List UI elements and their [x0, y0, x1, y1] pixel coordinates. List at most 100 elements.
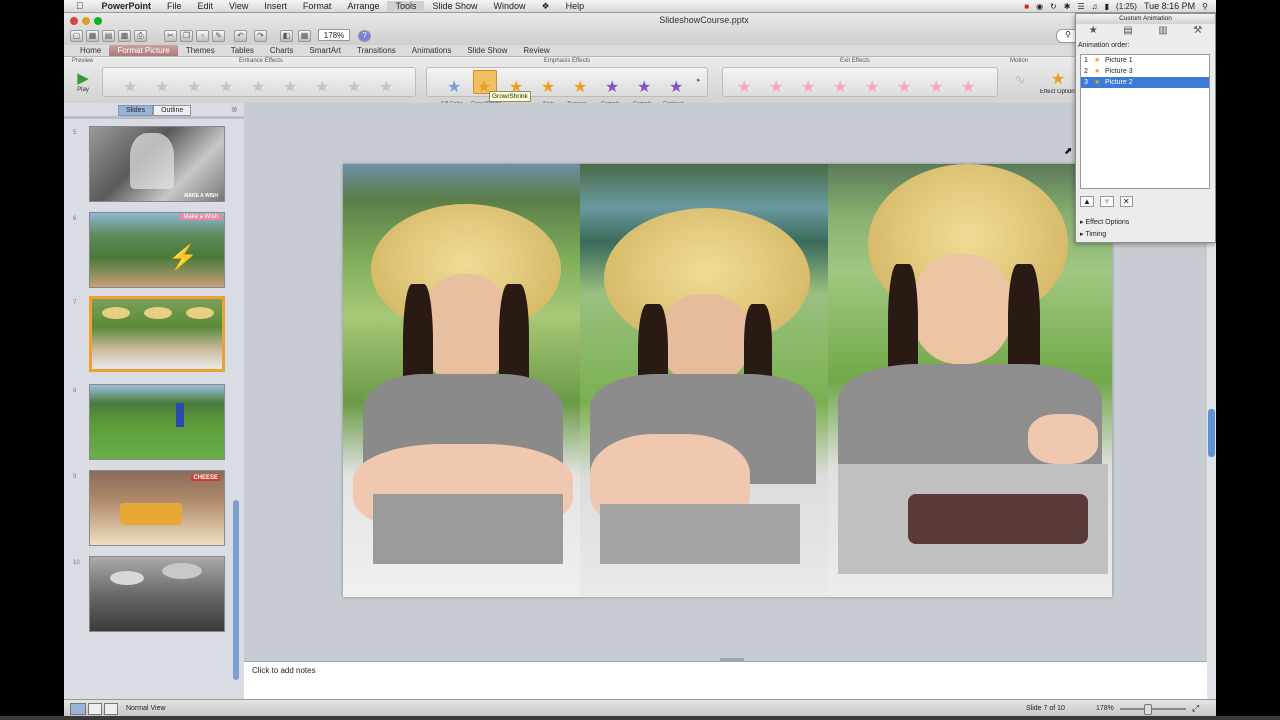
exit-effects-gallery[interactable]: ★ ★ ★ ★ ★ ★ ★ ★ [722, 67, 998, 97]
slide-thumbnail-9[interactable]: CHEESE [89, 470, 225, 546]
remove-icon[interactable]: ✕ [1119, 196, 1133, 207]
new-icon[interactable]: ▢ [70, 30, 83, 42]
panel-splitter[interactable] [64, 116, 244, 119]
print-icon[interactable]: ⎙ [134, 30, 147, 42]
tab-smartart[interactable]: SmartArt [301, 45, 349, 56]
app-menu[interactable]: PowerPoint [94, 1, 160, 11]
effect-options-button[interactable]: ★ Effect Options [1040, 69, 1076, 99]
slide-sorter-icon[interactable] [88, 703, 102, 715]
script-menu-icon[interactable]: ❖ [534, 1, 558, 12]
help-icon[interactable]: ? [358, 30, 371, 42]
close-window-button[interactable] [70, 17, 78, 25]
tab-animations[interactable]: Animations [404, 45, 460, 56]
menu-slide-show[interactable]: Slide Show [424, 1, 485, 11]
exit-star-icon[interactable]: ★ [833, 80, 847, 96]
tab-format-picture[interactable]: Format Picture [109, 45, 178, 56]
entrance-star-icon[interactable]: ★ [379, 80, 393, 96]
zoom-slider-knob[interactable] [1144, 704, 1152, 715]
gallery-scroll-arrow-icon[interactable]: ▸ [697, 76, 701, 84]
fill-color-star-icon[interactable]: ★ [447, 80, 461, 96]
undo-icon[interactable]: ↶ [234, 30, 247, 42]
exit-star-icon[interactable]: ★ [897, 80, 911, 96]
record-icon[interactable]: ■ [1024, 2, 1029, 11]
battery-icon[interactable]: ▮ [1105, 2, 1109, 11]
emphasis-effects-gallery[interactable]: ★ Fill Color ★ Grow/Shrink ★ ★ Spin ★ Tr… [426, 67, 708, 107]
tab-transitions[interactable]: Transitions [349, 45, 404, 56]
view-toggle-icon[interactable]: ◧ [280, 30, 293, 42]
entrance-star-icon[interactable]: ★ [187, 80, 201, 96]
wifi-icon[interactable]: ☰ [1077, 2, 1084, 11]
menu-view[interactable]: View [221, 1, 256, 11]
apple-menu-icon[interactable]:  [64, 1, 94, 12]
menu-format[interactable]: Format [295, 1, 340, 11]
contrasting-star-icon[interactable]: ★ [669, 80, 683, 96]
picture-2[interactable] [828, 164, 1112, 597]
slide-thumbnail-10[interactable] [89, 556, 225, 632]
minimize-window-button[interactable] [82, 17, 90, 25]
tools-icon[interactable]: ⚒ [1193, 25, 1202, 39]
menu-help[interactable]: Help [558, 1, 593, 11]
volume-icon[interactable]: ♫ [1092, 2, 1098, 11]
slide-thumbnail-7[interactable] [89, 296, 225, 372]
entrance-star-icon[interactable]: ★ [347, 80, 361, 96]
slides-scrollbar[interactable] [233, 500, 239, 680]
save-icon[interactable]: ▩ [118, 30, 131, 42]
fit-window-icon[interactable]: ⤢ [1192, 703, 1199, 714]
entrance-effects-gallery[interactable]: ★ ★ ★ ★ ★ ★ ★ ★ ★ [102, 67, 416, 97]
cut-icon[interactable]: ✂ [164, 30, 177, 42]
notes-pane[interactable]: Click to add notes [244, 661, 1208, 699]
slide-thumbnail-5[interactable]: MAKE A WISH [89, 126, 225, 202]
add-effect-star-icon[interactable]: ★ [1089, 25, 1098, 39]
spin-star-icon-2[interactable]: ★ [541, 80, 555, 96]
complementary-star-icon[interactable]: ★ [605, 80, 619, 96]
slide-thumbnail-8[interactable] [89, 384, 225, 460]
canvas-scroll-thumb[interactable] [1208, 409, 1215, 457]
animation-item[interactable]: 1 ★ Picture 1 [1081, 55, 1209, 66]
templates-icon[interactable]: ▦ [86, 30, 99, 42]
menu-window[interactable]: Window [486, 1, 534, 11]
play-button[interactable]: ▶ Play [72, 69, 94, 99]
entrance-star-icon[interactable]: ★ [251, 80, 265, 96]
bluetooth-icon[interactable]: ✱ [1064, 2, 1071, 11]
tab-charts[interactable]: Charts [262, 45, 302, 56]
exit-star-icon[interactable]: ★ [929, 80, 943, 96]
exit-star-icon[interactable]: ★ [961, 80, 975, 96]
menu-tools[interactable]: Tools [387, 1, 425, 11]
redo-icon[interactable]: ↷ [254, 30, 267, 42]
sync-icon[interactable]: ↻ [1050, 2, 1057, 11]
format-painter-icon[interactable]: ✎ [212, 30, 225, 42]
entrance-star-icon[interactable]: ★ [219, 80, 233, 96]
slide-thumbnail-6[interactable]: Make a Wish ⚡ [89, 212, 225, 288]
document-elements-icon[interactable]: ▤ [1123, 25, 1132, 39]
transparency-star-icon[interactable]: ★ [573, 80, 587, 96]
exit-star-icon[interactable]: ★ [737, 80, 751, 96]
normal-view-icon[interactable] [70, 703, 86, 715]
battery-time[interactable]: (1:25) [1116, 2, 1137, 11]
picture-3[interactable] [580, 164, 828, 597]
close-panel-icon[interactable]: ⊗ [231, 105, 238, 114]
tab-slide-show[interactable]: Slide Show [459, 45, 515, 56]
menu-edit[interactable]: Edit [190, 1, 222, 11]
tab-tables[interactable]: Tables [223, 45, 262, 56]
paths-icon[interactable]: ∿ [1014, 71, 1026, 88]
open-icon[interactable]: ▤ [102, 30, 115, 42]
exit-star-icon[interactable]: ★ [801, 80, 815, 96]
move-down-icon[interactable]: ▼ [1099, 196, 1114, 207]
animation-order-list[interactable]: 1 ★ Picture 1 2 ★ Picture 3 3 ★ Picture … [1080, 54, 1210, 189]
entrance-star-icon[interactable]: ★ [283, 80, 297, 96]
picture-1[interactable] [343, 164, 580, 597]
animation-item[interactable]: 2 ★ Picture 3 [1081, 66, 1209, 77]
entrance-star-icon[interactable]: ★ [123, 80, 137, 96]
paste-icon[interactable]: ▫ [196, 30, 209, 42]
animation-item-selected[interactable]: 3 ★ Picture 2 [1081, 77, 1209, 88]
effect-options-section[interactable]: ▸ Effect Options [1080, 218, 1129, 226]
spotlight-icon[interactable]: ⚲ [1202, 2, 1208, 11]
notes-splitter[interactable] [720, 658, 744, 661]
tab-review[interactable]: Review [515, 45, 557, 56]
tab-home[interactable]: Home [72, 45, 109, 56]
entrance-star-icon[interactable]: ★ [315, 80, 329, 96]
move-up-icon[interactable]: ▲ [1080, 196, 1094, 207]
gallery-icon[interactable]: ▦ [298, 30, 311, 42]
slide-show-view-icon[interactable] [104, 703, 118, 715]
exit-star-icon[interactable]: ★ [769, 80, 783, 96]
